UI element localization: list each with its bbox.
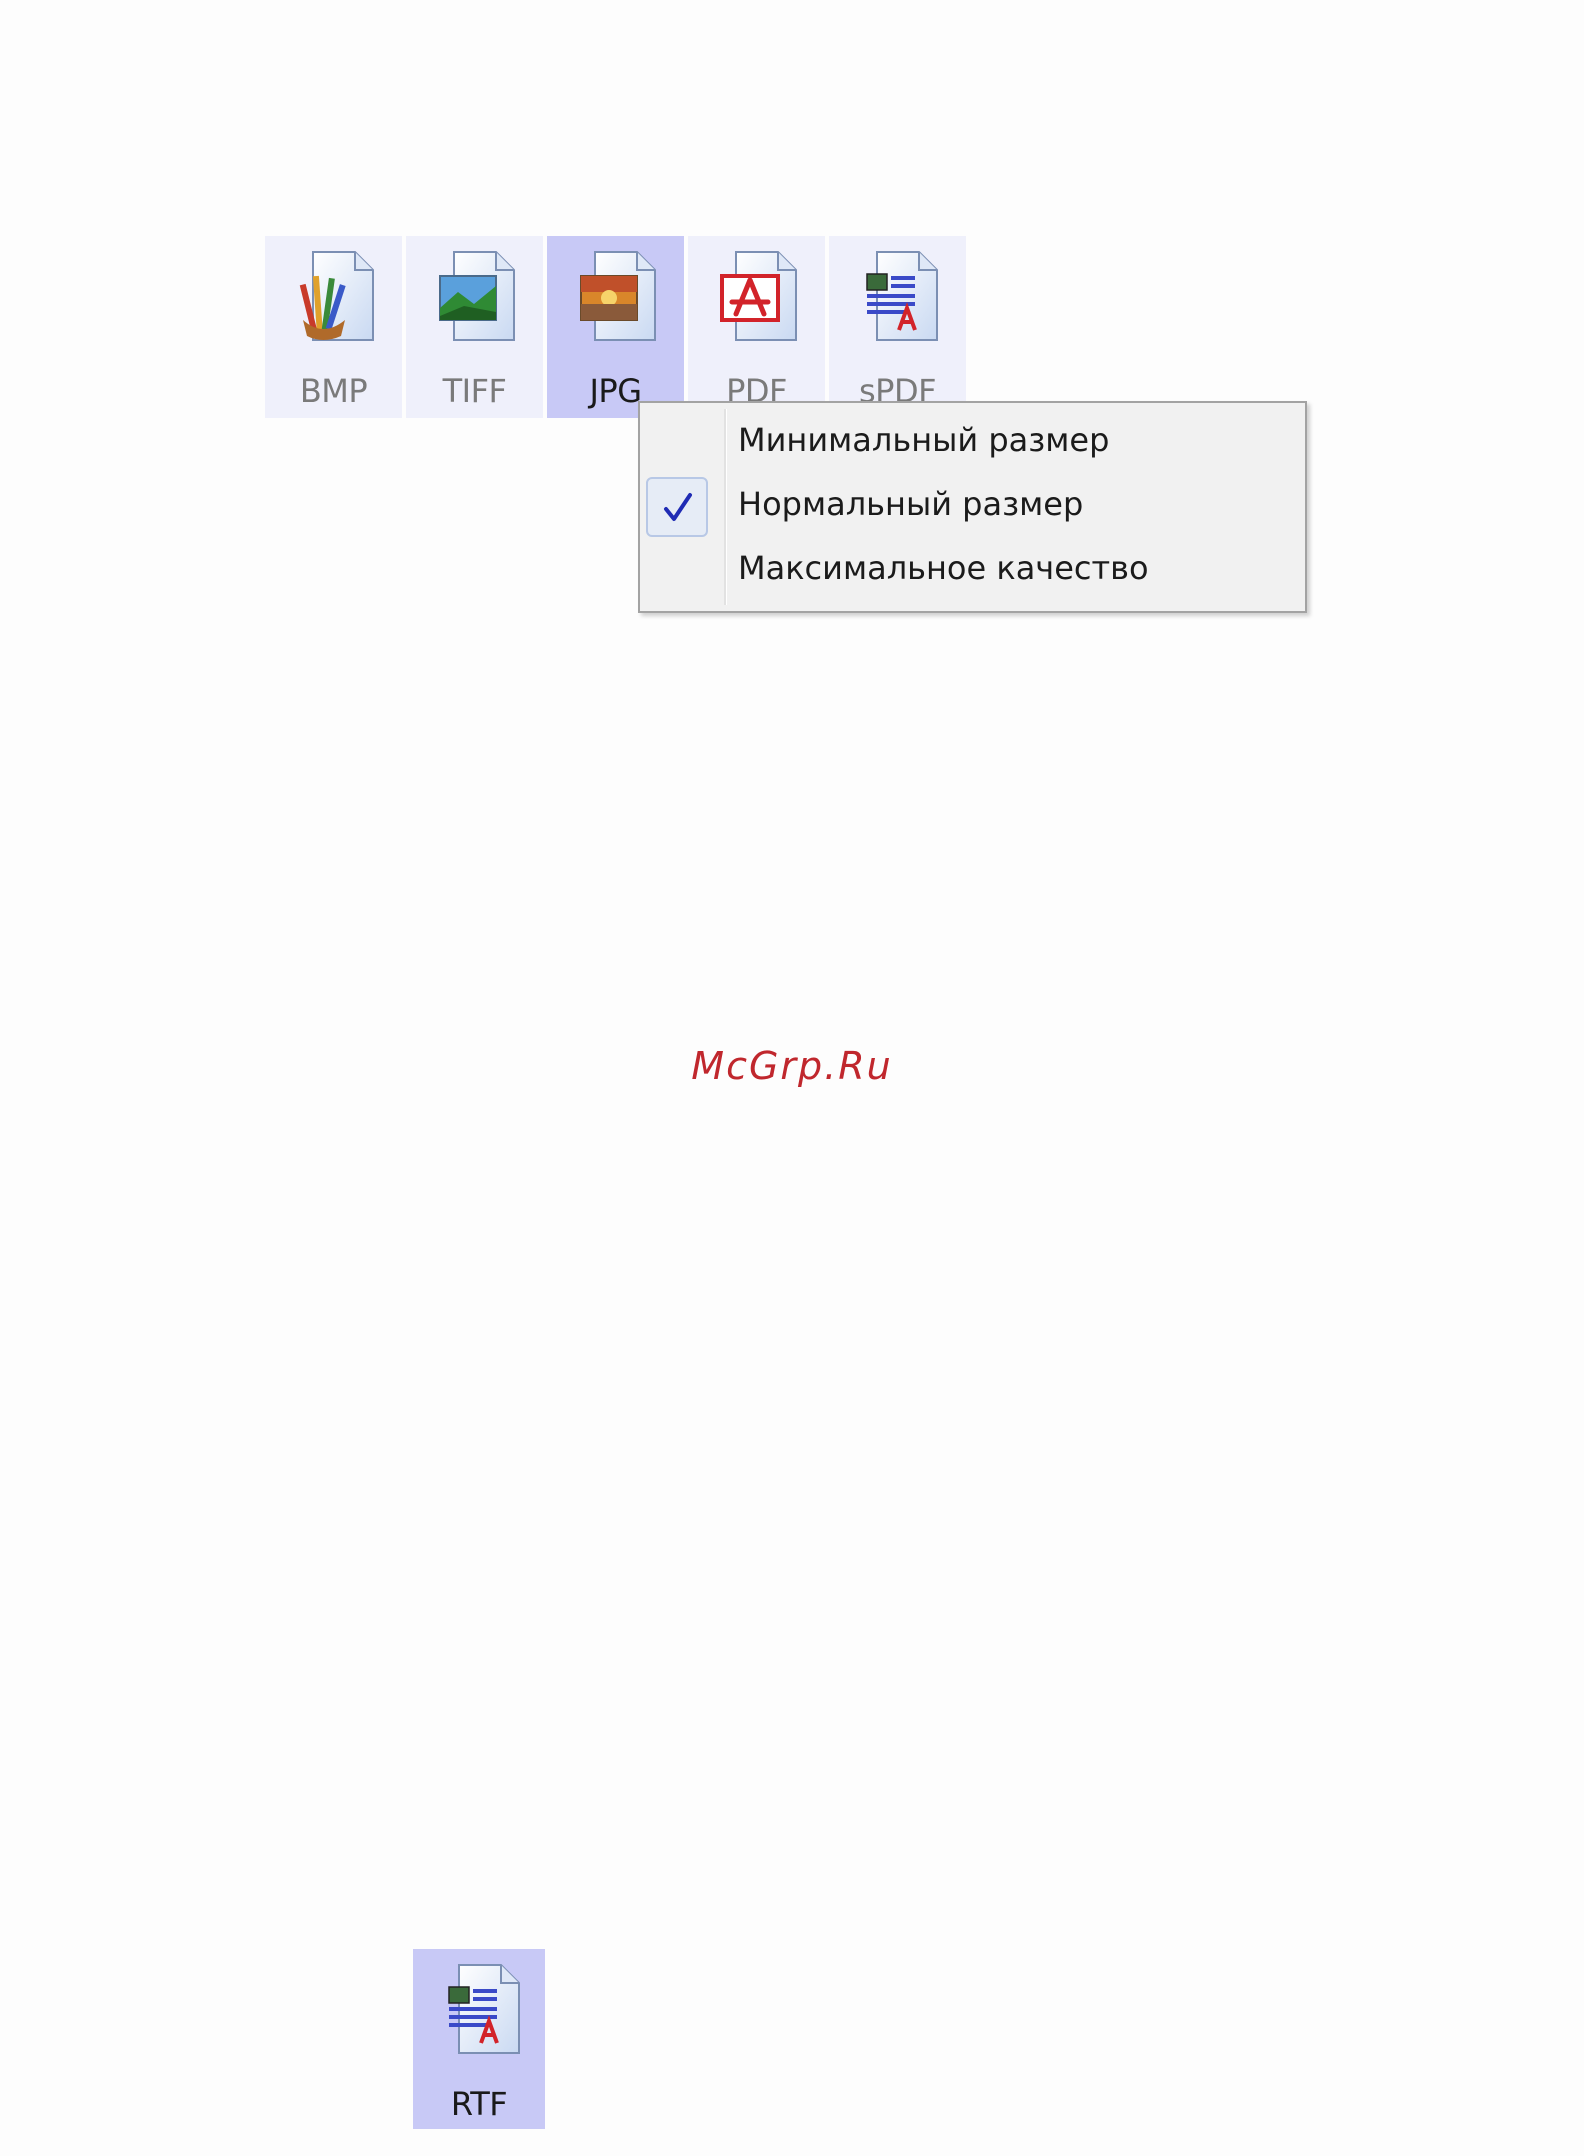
menu-item-min-size[interactable]: Минимальный размер [640,409,1305,475]
format-label: BMP [299,372,368,410]
format-label: TIFF [442,372,507,410]
format-button-pdf[interactable]: PDF [688,236,825,418]
jpg-file-icon [580,251,656,341]
menu-item-max-quality[interactable]: Максимальное качество [640,537,1305,603]
watermark-text: McGrp.Ru [691,1044,893,1088]
rtf-file-icon [448,1964,520,2054]
pdf-file-icon [720,251,797,341]
format-label: RTF [450,2085,508,2123]
menu-item-label: Нормальный размер [738,485,1084,523]
menu-item-label: Минимальный размер [738,421,1110,459]
checkmark-icon [646,477,708,537]
format-button-rtf[interactable]: RTF [413,1949,545,2129]
file-format-toolbar: BMP TIFF JPG PDF sPDF [265,236,987,418]
tiff-file-icon [439,251,515,341]
menu-item-normal-size[interactable]: Нормальный размер [640,473,1305,539]
format-button-jpg[interactable]: JPG [547,236,684,418]
jpg-options-menu: Минимальный размер Нормальный размер Мак… [638,401,1307,613]
format-button-tiff[interactable]: TIFF [406,236,543,418]
format-button-spdf[interactable]: sPDF [829,236,966,418]
bmp-file-icon [299,251,374,341]
menu-item-label: Максимальное качество [738,549,1149,587]
spdf-file-icon [866,251,938,341]
format-button-bmp[interactable]: BMP [265,236,402,418]
